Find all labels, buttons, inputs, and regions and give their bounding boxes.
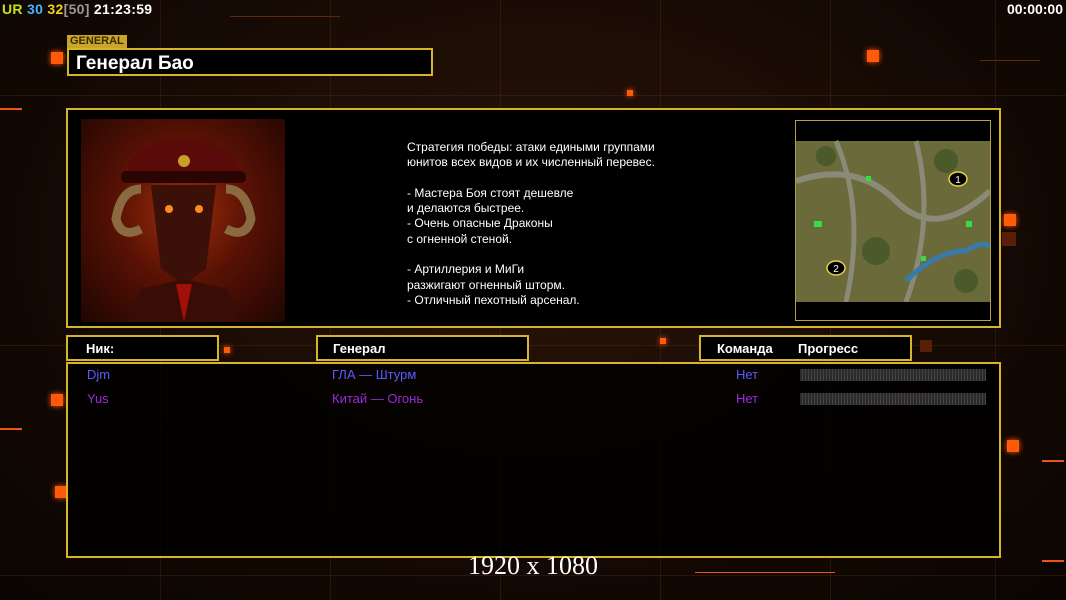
column-team-label: Команда (717, 341, 773, 356)
player-list: Djm ГЛА — Штурм Нет Yus Китай — Огонь Не… (66, 362, 1001, 558)
column-progress-label: Прогресс (798, 341, 859, 356)
resolution-label: 1920 x 1080 (468, 551, 598, 580)
column-general-label: Генерал (333, 341, 386, 356)
map-start-label-2: 2 (833, 264, 839, 275)
hud-frames-cap: [50] (63, 1, 90, 17)
player-progress-bar (800, 393, 986, 405)
column-header-general: Генерал (316, 335, 529, 361)
player-row[interactable]: Djm ГЛА — Штурм Нет (68, 366, 999, 384)
player-team[interactable]: Нет (736, 367, 758, 382)
player-team[interactable]: Нет (736, 391, 758, 406)
player-row[interactable]: Yus Китай — Огонь Нет (68, 390, 999, 408)
column-nick-label: Ник: (86, 341, 115, 356)
hud-timer: 00:00:00 (1006, 1, 1063, 17)
hud-clock: 21:23:59 (93, 1, 153, 17)
hud-stats: UR 30 32[50] 21:23:59 (2, 1, 152, 17)
general-title-box: Генерал Бао (67, 48, 433, 76)
general-description: Стратегия победы: атаки едиными группами… (407, 140, 655, 307)
general-info-panel: Стратегия победы: атаки едиными группами… (66, 108, 1001, 328)
player-progress-bar (800, 369, 986, 381)
hud-ur: UR (2, 1, 23, 17)
minimap-icon: 1 2 (795, 120, 991, 321)
column-header-team-progress: Команда Прогресс (699, 335, 912, 361)
general-name: Генерал Бао (76, 53, 194, 74)
player-nick: Djm (87, 367, 111, 382)
hud-frames: 32 (47, 1, 64, 17)
player-general[interactable]: ГЛА — Штурм (332, 367, 416, 382)
player-nick: Yus (87, 391, 109, 406)
general-tag: GENERAL (67, 35, 127, 48)
map-start-label-1: 1 (955, 175, 961, 186)
column-header-nick: Ник: (66, 335, 219, 361)
general-portrait-icon (81, 119, 285, 322)
hud-fps: 30 (27, 1, 44, 17)
player-general[interactable]: Китай — Огонь (332, 391, 423, 406)
